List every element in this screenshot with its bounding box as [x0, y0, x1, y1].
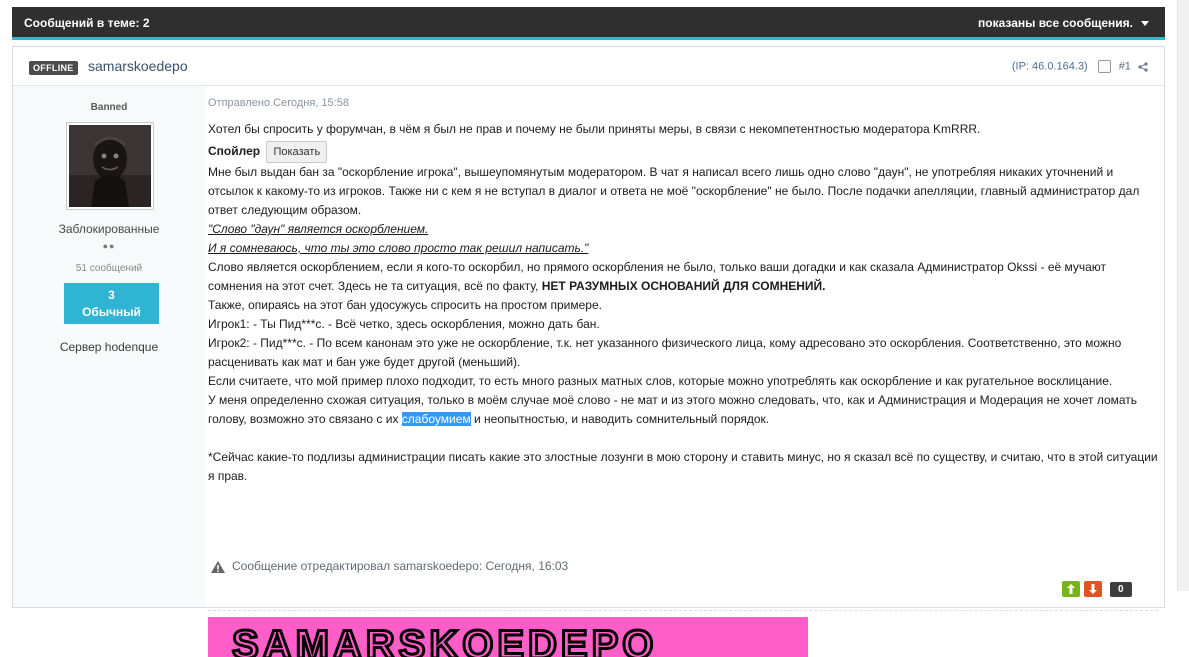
post-paragraph: *Сейчас какие-то подлизы администрации п…	[208, 450, 1158, 483]
edit-note: Сообщение отредактировал samarskoedepo: …	[210, 559, 568, 574]
author-link[interactable]: samarskoedepo	[88, 58, 188, 74]
post-filter-label: показаны все сообщения.	[978, 16, 1133, 30]
spoiler-label: Спойлер	[208, 144, 261, 158]
quoted-line: И я сомневаюсь, что ты это слово просто …	[208, 241, 589, 255]
post-filter-dropdown[interactable]: показаны все сообщения.	[978, 16, 1149, 30]
post-paragraph: Хотел бы спросить у форумчан, в чём я бы…	[208, 122, 981, 136]
post-paragraph: Игрок2: - Пид***с. - По всем канонам это…	[208, 336, 1122, 369]
post-paragraph: Также, опираясь на этот бан удосужусь сп…	[208, 298, 602, 312]
selected-text[interactable]: слабоумием	[401, 412, 471, 426]
vote-count: 0	[1110, 581, 1132, 597]
post-paragraph: Мне был выдан бан за "оскорбление игрока…	[208, 165, 1140, 217]
show-spoiler-button[interactable]: Показать	[266, 140, 328, 163]
post-date: Отправлено Сегодня, 15:58	[208, 97, 349, 109]
arrow-up-icon	[1067, 584, 1075, 594]
reputation-number: 3	[108, 288, 115, 302]
post-paragraph: Слово является оскорблением, если я кого…	[208, 258, 1158, 296]
ip-address[interactable]: (IP: 46.0.164.3)	[1012, 60, 1088, 72]
edit-note-text: Сообщение отредактировал samarskoedepo: …	[232, 559, 569, 573]
forum-post: OFFLINE samarskoedepo (IP: 46.0.164.3) #1…	[12, 46, 1165, 657]
status-badge: OFFLINE	[29, 61, 78, 75]
signature-banner-image: SAMARSKOEDEPO	[208, 617, 808, 657]
topic-toolbar: Сообщений в теме: 2 показаны все сообщен…	[12, 7, 1165, 40]
server-field: Сервер hodenque	[59, 340, 159, 354]
divider	[208, 610, 1158, 611]
post-number-link[interactable]: #1	[1119, 60, 1131, 72]
spoiler: Спойлер Показать	[208, 139, 1158, 163]
share-icon[interactable]	[1138, 61, 1148, 72]
post-meta: (IP: 46.0.164.3) #1	[1012, 60, 1148, 73]
paragraph-text: и неопытностью, и наводить сомнительный …	[470, 412, 770, 426]
warning-icon	[211, 560, 225, 573]
vote-down-button[interactable]	[1084, 581, 1102, 597]
bold-text: НЕТ РАЗУМНЫХ ОСНОВАНИЙ ДЛЯ СОМНЕНИЙ.	[541, 279, 826, 293]
post-paragraph: У меня определенно схожая ситуация, толь…	[208, 391, 1158, 429]
author-panel: Banned Заблокированные ●● 51 сообщений 3…	[13, 86, 205, 607]
page-scrollbar[interactable]	[1177, 0, 1189, 591]
reputation-controls: 0	[1062, 581, 1132, 597]
chevron-down-icon	[1141, 21, 1149, 27]
avatar-image	[69, 125, 151, 207]
select-post-checkbox[interactable]	[1097, 60, 1111, 73]
post-paragraph: Игрок1: - Ты Пид***с. - Всё четко, здесь…	[208, 317, 600, 331]
post-header: OFFLINE samarskoedepo (IP: 46.0.164.3) #1	[13, 47, 1164, 86]
banner-text: SAMARSKOEDEPO	[230, 622, 658, 657]
reputation-label: Обычный	[82, 305, 141, 319]
avatar[interactable]	[66, 122, 154, 210]
replies-count: Сообщений в теме: 2	[24, 16, 150, 30]
vote-up-button[interactable]	[1062, 581, 1080, 597]
post-body: Хотел бы спросить у форумчан, в чём я бы…	[208, 120, 1158, 486]
rank-pips: ●●	[102, 241, 116, 251]
post-count: 51 сообщений	[75, 263, 143, 274]
reputation-badge: 3 Обычный	[64, 283, 159, 324]
post-paragraph: Если считаете, что мой пример плохо подх…	[208, 374, 1113, 388]
arrow-down-icon	[1089, 584, 1097, 594]
member-title: Banned	[90, 102, 128, 113]
member-group: Заблокированные	[58, 222, 160, 236]
quoted-line: "Слово "даун" является оскорблением.	[208, 222, 429, 236]
